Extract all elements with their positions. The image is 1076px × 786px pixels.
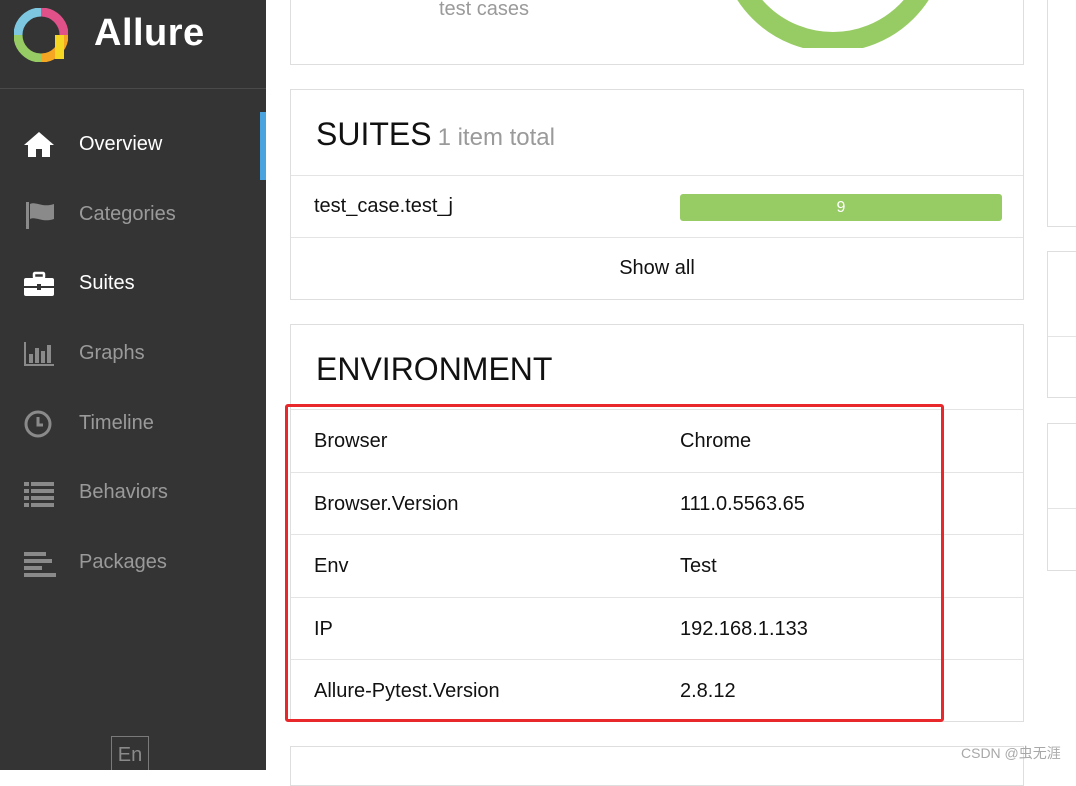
allure-logo-icon: [14, 8, 68, 62]
home-icon: [24, 132, 54, 157]
env-value: 111.0.5563.65: [680, 493, 805, 515]
env-row: Browser.Version 111.0.5563.65: [291, 473, 1023, 535]
sidebar-item-timeline[interactable]: Timeline: [0, 394, 266, 454]
test-cases-caption: test cases: [439, 0, 530, 20]
suite-name[interactable]: test_case.test_j: [314, 195, 453, 218]
right-column-card: [1047, 0, 1076, 227]
sidebar-item-categories[interactable]: Categories: [0, 185, 266, 245]
divider: [291, 175, 1023, 176]
sidebar-item-label: Behaviors: [79, 481, 168, 503]
env-row: IP 192.168.1.133: [291, 598, 1023, 660]
next-card: [290, 746, 1024, 786]
sidebar-item-label: Suites: [79, 272, 135, 294]
suites-title-text: SUITES: [316, 116, 432, 152]
suites-title: SUITES 1 item total: [316, 116, 555, 153]
sidebar-item-label: Timeline: [79, 412, 154, 434]
language-button[interactable]: En: [111, 736, 149, 770]
suites-count-text: 1 item total: [437, 124, 555, 151]
sidebar-item-label: Categories: [79, 203, 176, 225]
app-title: Allure: [94, 12, 205, 54]
env-row: Browser Chrome: [291, 410, 1023, 472]
env-value: 2.8.12: [680, 680, 736, 702]
sidebar-item-label: Packages: [79, 551, 167, 573]
divider: [1048, 508, 1076, 509]
env-value: 192.168.1.133: [680, 618, 808, 640]
environment-card: ENVIRONMENT Browser Chrome Browser.Versi…: [290, 324, 1024, 722]
right-column-card: [1047, 251, 1076, 398]
brand-header: Allure: [0, 0, 266, 89]
env-row: Allure-Pytest.Version 2.8.12: [291, 660, 1023, 722]
test-cases-donut: [737, 0, 929, 48]
list-icon: [24, 482, 54, 507]
env-key: IP: [314, 618, 333, 640]
sidebar-item-label: Graphs: [79, 342, 145, 364]
bar-chart-icon: [24, 342, 54, 366]
env-key: Allure-Pytest.Version: [314, 680, 500, 702]
environment-title: ENVIRONMENT: [316, 351, 553, 387]
sidebar-item-behaviors[interactable]: Behaviors: [0, 463, 266, 523]
suites-card: SUITES 1 item total test_case.test_j 9 Sh…: [290, 89, 1024, 300]
clock-icon: [24, 410, 52, 438]
sidebar-item-packages[interactable]: Packages: [0, 533, 266, 593]
env-key: Browser: [314, 430, 388, 452]
env-value: Chrome: [680, 430, 752, 452]
divider: [1048, 336, 1076, 337]
sidebar-item-label: Overview: [79, 133, 163, 155]
suite-status-bar[interactable]: 9: [680, 194, 1002, 221]
flag-icon: [26, 202, 54, 229]
env-key: Browser.Version: [314, 493, 459, 515]
env-row: Env Test: [291, 535, 1023, 597]
sidebar-item-overview[interactable]: Overview: [0, 115, 266, 175]
watermark: CSDN @虫无涯: [961, 745, 1061, 761]
sidebar-item-graphs[interactable]: Graphs: [0, 324, 266, 384]
right-column-card: [1047, 423, 1076, 571]
sidebar: Allure Overview Categories Suites Graphs…: [0, 0, 266, 770]
align-left-icon: [24, 552, 56, 577]
env-value: Test: [680, 555, 717, 577]
test-cases-widget: test cases: [290, 0, 1024, 65]
briefcase-icon: [24, 271, 54, 296]
show-all-link[interactable]: Show all: [291, 237, 1023, 299]
sidebar-item-suites[interactable]: Suites: [0, 254, 266, 314]
env-key: Env: [314, 555, 349, 577]
